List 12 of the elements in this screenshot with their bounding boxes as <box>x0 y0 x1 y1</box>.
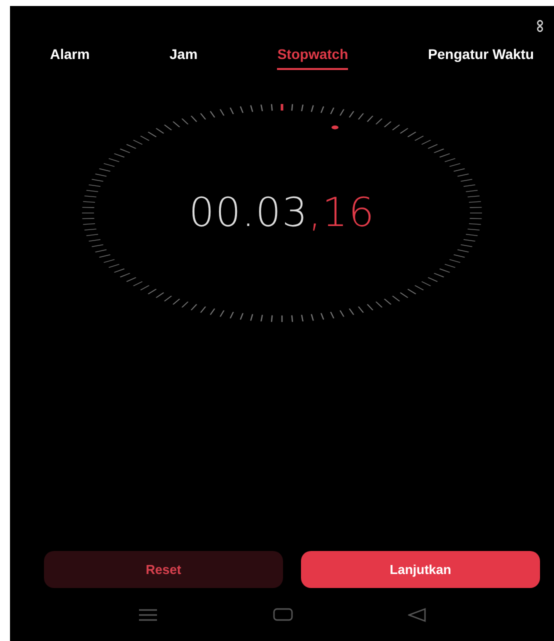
tab[interactable]: Alarm <box>50 46 90 70</box>
tab[interactable]: Stopwatch <box>277 46 348 70</box>
more-options-icon[interactable] <box>536 20 544 32</box>
reset-button[interactable]: Reset <box>44 551 283 588</box>
elapsed-time: 00.03 <box>188 190 308 236</box>
menu-icon[interactable] <box>138 608 158 620</box>
continue-button[interactable]: Lanjutkan <box>301 551 540 588</box>
tab[interactable]: Pengatur Waktu <box>428 46 534 70</box>
hundredths: ,16 <box>308 190 376 236</box>
home-icon[interactable] <box>272 608 293 621</box>
tab[interactable]: Jam <box>170 46 198 70</box>
back-icon[interactable] <box>408 608 426 622</box>
